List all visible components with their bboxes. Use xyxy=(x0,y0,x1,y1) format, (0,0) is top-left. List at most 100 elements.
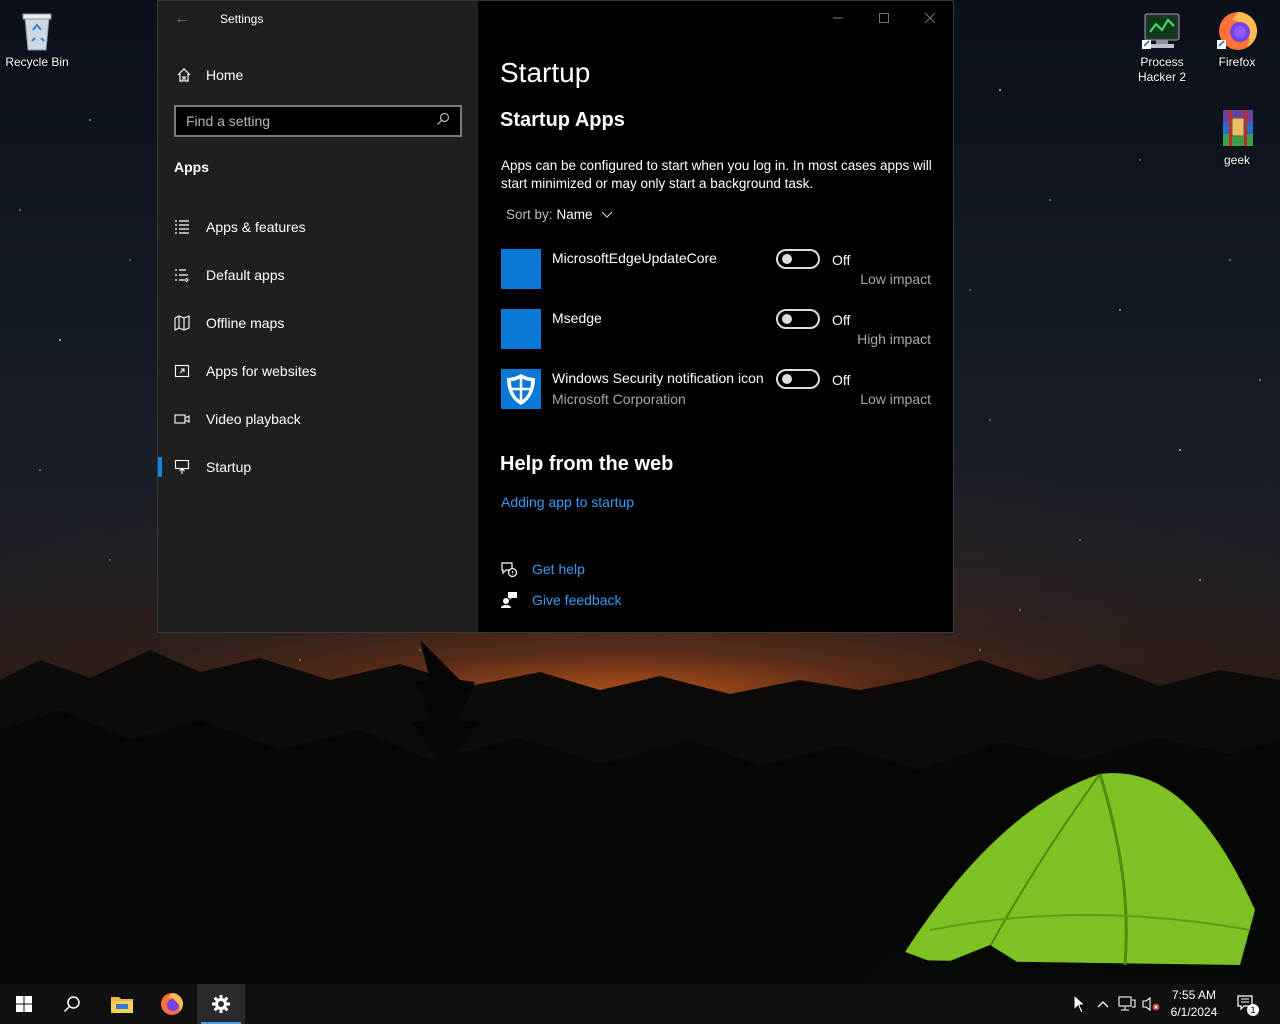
notification-count-badge: 1 xyxy=(1247,1004,1259,1016)
startup-toggle[interactable] xyxy=(776,249,820,269)
desktop-icon-label: Recycle Bin xyxy=(5,55,69,69)
search-icon[interactable] xyxy=(436,112,450,131)
start-button[interactable] xyxy=(0,984,48,1024)
nav-item-default-apps[interactable]: Default apps xyxy=(158,251,478,299)
desktop-icon-process-hacker[interactable]: Process Hacker 2 xyxy=(1125,2,1199,85)
home-label: Home xyxy=(206,67,244,83)
settings-content: Startup Startup Apps Apps can be configu… xyxy=(478,1,953,632)
page-title: Startup xyxy=(500,57,591,88)
title-bar: ← Settings xyxy=(158,1,478,37)
nav-item-label: Apps & features xyxy=(206,219,306,235)
chat-help-icon xyxy=(500,560,518,578)
get-help-row: Get help xyxy=(500,560,585,578)
default-apps-icon xyxy=(174,267,190,283)
desktop-icon-recycle-bin[interactable]: Recycle Bin xyxy=(0,2,74,70)
taskbar-firefox[interactable] xyxy=(148,984,196,1024)
nav-item-label: Startup xyxy=(206,459,252,475)
desktop-icon-firefox[interactable]: Firefox xyxy=(1200,2,1274,70)
startup-toggle[interactable] xyxy=(776,369,820,389)
close-button[interactable] xyxy=(907,1,953,35)
app-icon-tile xyxy=(501,249,541,289)
app-name: Msedge xyxy=(552,310,602,326)
startup-app-row: Msedge Off High impact xyxy=(501,309,931,351)
startup-icon xyxy=(174,459,190,475)
toggle-state: Off xyxy=(832,372,851,388)
taskbar: 7:55 AM 6/1/2024 1 xyxy=(0,984,1280,1024)
network-icon xyxy=(1118,996,1136,1011)
folder-icon xyxy=(111,997,133,1013)
desktop-icon-geek[interactable]: geek xyxy=(1200,100,1274,168)
recycle-bin-icon xyxy=(15,8,59,52)
map-icon xyxy=(174,315,190,331)
startup-app-row: Windows Security notification icon Micro… xyxy=(501,369,931,411)
nav-item-apps-for-websites[interactable]: Apps for websites xyxy=(158,347,478,395)
app-publisher: Microsoft Corporation xyxy=(552,391,686,407)
search-icon xyxy=(63,996,80,1013)
show-hidden-icons-button[interactable] xyxy=(1092,984,1114,1024)
process-hacker-icon xyxy=(1140,8,1184,52)
minimize-button[interactable] xyxy=(815,1,861,35)
nav-item-label: Video playback xyxy=(206,411,301,427)
nav-list: Apps & features Default apps Offline map… xyxy=(158,203,478,491)
give-feedback-link[interactable]: Give feedback xyxy=(532,592,622,608)
shield-icon xyxy=(501,369,541,409)
nav-section-title: Apps xyxy=(174,159,209,175)
nav-item-video-playback[interactable]: Video playback xyxy=(158,395,478,443)
taskbar-file-explorer[interactable] xyxy=(98,984,146,1024)
taskbar-settings[interactable] xyxy=(197,984,245,1024)
toggle-state: Off xyxy=(832,312,851,328)
firefox-icon xyxy=(1215,8,1259,52)
maximize-icon xyxy=(879,13,889,23)
settings-window: ← Settings Home Apps Apps & features xyxy=(157,0,954,633)
window-title: Settings xyxy=(220,12,264,26)
startup-toggle[interactable] xyxy=(776,309,820,329)
maximize-button[interactable] xyxy=(861,1,907,35)
app-icon-tile xyxy=(501,309,541,349)
gear-icon xyxy=(212,995,230,1013)
cursor-arrow-icon xyxy=(1073,994,1087,1014)
windows-logo-icon xyxy=(16,996,32,1012)
search-button[interactable] xyxy=(48,984,96,1024)
help-heading: Help from the web xyxy=(500,453,674,475)
give-feedback-row: Give feedback xyxy=(500,591,622,609)
nav-item-label: Default apps xyxy=(206,267,285,283)
back-arrow-icon: ← xyxy=(174,10,190,27)
nav-item-startup[interactable]: Startup xyxy=(158,443,478,491)
link-window-icon xyxy=(174,363,190,379)
window-caption-buttons xyxy=(815,1,953,35)
network-tray-button[interactable] xyxy=(1115,984,1139,1024)
startup-impact: Low impact xyxy=(860,271,931,287)
startup-impact: Low impact xyxy=(860,391,931,407)
startup-impact: High impact xyxy=(857,331,931,347)
chevron-down-icon xyxy=(601,207,613,222)
list-icon xyxy=(174,219,190,235)
sort-dropdown[interactable]: Sort by: Name xyxy=(506,207,613,222)
volume-tray-button[interactable] xyxy=(1140,984,1162,1024)
nav-item-offline-maps[interactable]: Offline maps xyxy=(158,299,478,347)
section-heading-startup-apps: Startup Apps xyxy=(500,109,625,131)
desktop-icon-label: geek xyxy=(1223,153,1251,167)
settings-nav-pane: ← Settings Home Apps Apps & features xyxy=(158,1,478,632)
feedback-person-icon xyxy=(500,591,518,609)
home-icon xyxy=(174,67,194,83)
chevron-up-icon xyxy=(1097,1001,1109,1008)
back-button[interactable]: ← xyxy=(158,1,206,37)
firefox-icon xyxy=(161,993,183,1015)
nav-item-label: Apps for websites xyxy=(206,363,317,379)
search-input[interactable] xyxy=(186,113,436,129)
adding-app-to-startup-link[interactable]: Adding app to startup xyxy=(501,494,634,510)
startup-description: Apps can be configured to start when you… xyxy=(501,158,932,191)
home-link[interactable]: Home xyxy=(174,61,243,89)
taskbar-clock[interactable]: 7:55 AM 6/1/2024 xyxy=(1160,987,1228,1021)
action-center-button[interactable]: 1 xyxy=(1232,984,1262,1024)
tent-illustration xyxy=(860,767,1280,984)
minimize-icon xyxy=(833,17,843,19)
clock-date: 6/1/2024 xyxy=(1170,1005,1218,1019)
nav-item-label: Offline maps xyxy=(206,315,285,331)
close-icon xyxy=(924,12,936,24)
nav-item-apps-features[interactable]: Apps & features xyxy=(158,203,478,251)
desktop-icon-label: Firefox xyxy=(1218,55,1256,69)
sort-label: Sort by: xyxy=(506,207,553,222)
settings-search xyxy=(174,105,462,137)
get-help-link[interactable]: Get help xyxy=(532,561,585,577)
